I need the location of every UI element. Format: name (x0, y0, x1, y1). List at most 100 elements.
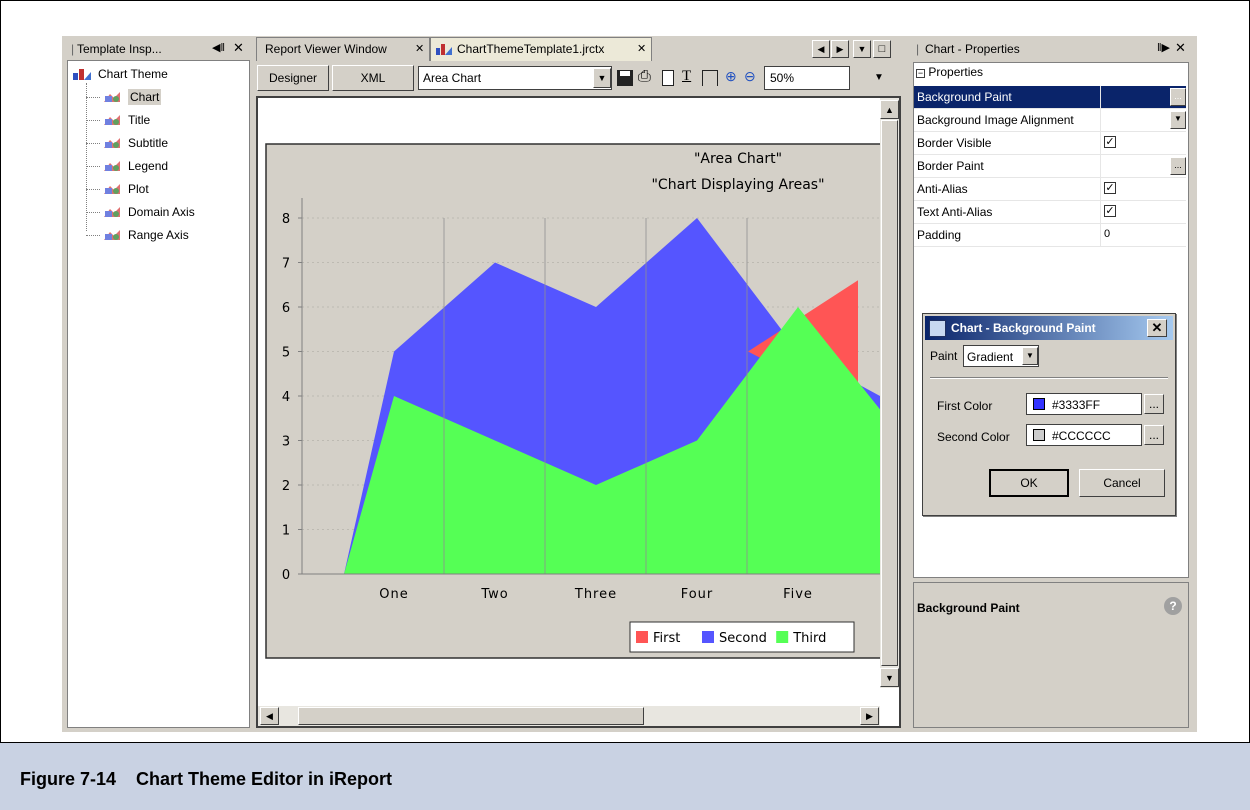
second-color-picker-button[interactable]: ... (1144, 425, 1164, 445)
property-row-background-paint[interactable]: Background Paint... (914, 86, 1186, 109)
minimize-icon[interactable]: ◀‖ (212, 41, 225, 54)
scroll-right-button[interactable]: ▶ (860, 707, 879, 725)
property-key: Background Paint (917, 90, 1012, 104)
scroll-tabs-left-button[interactable]: ◀ (812, 40, 830, 58)
first-color-picker-button[interactable]: ... (1144, 394, 1164, 414)
zoom-in-icon[interactable]: ⊕ (725, 68, 737, 85)
tab-list-button[interactable]: ▼ (853, 40, 871, 58)
second-color-field[interactable]: #CCCCCC (1026, 424, 1142, 446)
tree-connector (86, 119, 100, 121)
vertical-scroll-thumb[interactable] (881, 120, 898, 666)
chart-title: "Area Chart" (694, 151, 782, 167)
tree-item-chart[interactable]: Chart (86, 87, 162, 107)
tab-close-icon[interactable]: ✕ (637, 42, 646, 55)
text-page-icon[interactable]: T (682, 68, 691, 85)
first-color-field[interactable]: #3333FF (1026, 393, 1142, 415)
tab-chart-theme-template[interactable]: ChartThemeTemplate1.jrctx ✕ (430, 37, 652, 61)
property-value[interactable]: ✓ (1100, 201, 1186, 223)
tree-item-plot[interactable]: Plot (86, 179, 149, 199)
tab-close-icon[interactable]: ✕ (415, 42, 424, 55)
paint-select[interactable]: Gradient ▼ (963, 345, 1039, 367)
tree-item-range-axis[interactable]: Range Axis (86, 225, 189, 245)
first-color-label: First Color (937, 399, 993, 413)
property-row-anti-alias[interactable]: Anti-Alias ✓ (914, 178, 1186, 201)
ellipsis-button[interactable]: ... (1170, 157, 1186, 175)
property-row-background-image-alignment[interactable]: Background Image Alignment ▼ (914, 109, 1186, 132)
close-icon[interactable]: ✕ (233, 40, 244, 56)
panel-grip: | (916, 42, 920, 56)
chevron-down-icon[interactable]: ▼ (1170, 111, 1186, 129)
checkbox-checked-icon[interactable]: ✓ (1104, 205, 1116, 217)
collapse-icon[interactable]: − (916, 69, 925, 78)
tree-root-chart-theme[interactable]: Chart Theme (72, 64, 168, 84)
property-row-border-visible[interactable]: Border Visible ✓ (914, 132, 1186, 155)
zoom-dropdown-icon[interactable]: ▼ (874, 72, 884, 83)
y-tick-label: 8 (282, 212, 290, 227)
scroll-down-button[interactable]: ▼ (880, 668, 899, 687)
checkbox-checked-icon[interactable]: ✓ (1104, 182, 1116, 194)
tree-item-subtitle[interactable]: Subtitle (86, 133, 168, 153)
property-value-text: 0 (1104, 228, 1111, 240)
ellipsis-button[interactable]: ... (1170, 88, 1186, 106)
property-row-border-paint[interactable]: Border Paint... (914, 155, 1186, 178)
page-layout-icon[interactable] (702, 70, 718, 86)
property-row-padding[interactable]: Padding 0 (914, 224, 1186, 247)
jrctx-file-icon (435, 42, 453, 59)
chart-type-select[interactable]: Area Chart ▼ (418, 66, 612, 90)
property-value[interactable]: 0 (1100, 224, 1186, 246)
property-key: Padding (917, 228, 962, 242)
property-value[interactable]: ▼ (1100, 109, 1186, 131)
dialog-close-button[interactable]: ✕ (1147, 319, 1167, 337)
properties-section-header[interactable]: − Properties (916, 65, 983, 85)
help-icon[interactable]: ? (1164, 597, 1182, 615)
x-tick-label: Four (681, 587, 714, 602)
zoom-select[interactable]: 50% (764, 66, 850, 90)
horizontal-scrollbar[interactable]: ◀ ▶ (258, 706, 880, 726)
property-value[interactable]: ... (1100, 86, 1186, 108)
checkbox-checked-icon[interactable]: ✓ (1104, 136, 1116, 148)
y-tick-label: 3 (282, 435, 290, 450)
scroll-left-button[interactable]: ◀ (260, 707, 279, 725)
chevron-down-icon[interactable]: ▼ (1022, 347, 1038, 365)
close-icon[interactable]: ✕ (1175, 40, 1186, 56)
tree-item-label: Chart (128, 89, 162, 105)
property-key: Anti-Alias (917, 182, 968, 196)
tree-item-label: Domain Axis (128, 205, 195, 219)
chevron-down-icon[interactable]: ▼ (593, 68, 611, 88)
tree-item-label: Range Axis (128, 228, 189, 242)
second-color-label: Second Color (937, 430, 1010, 444)
scroll-tabs-right-button[interactable]: ▶ (831, 40, 849, 58)
tree-item-legend[interactable]: Legend (86, 156, 168, 176)
tree-item-domain-axis[interactable]: Domain Axis (86, 202, 195, 222)
first-color-swatch (1033, 398, 1045, 410)
property-value[interactable]: ✓ (1100, 178, 1186, 200)
new-page-icon[interactable] (662, 70, 674, 86)
maximize-button[interactable]: □ (873, 40, 891, 58)
tree-item-label: Plot (128, 182, 149, 196)
cancel-button[interactable]: Cancel (1079, 469, 1165, 497)
save-icon[interactable] (617, 70, 633, 86)
properties-section-label: Properties (928, 65, 984, 79)
legend-label-third: Third (792, 631, 826, 646)
minimize-icon[interactable]: ‖▶ (1157, 41, 1170, 54)
property-value[interactable]: ✓ (1100, 132, 1186, 154)
ok-button[interactable]: OK (989, 469, 1069, 497)
vertical-scrollbar[interactable]: ▲ ▼ (880, 98, 899, 688)
tab-report-viewer[interactable]: Report Viewer Window ✕ (256, 37, 430, 61)
property-row-text-anti-alias[interactable]: Text Anti-Alias ✓ (914, 201, 1186, 224)
y-tick-label: 1 (282, 524, 290, 539)
xml-button[interactable]: XML (332, 65, 414, 91)
property-value[interactable]: ... (1100, 155, 1186, 177)
legend-label-first: First (653, 631, 680, 646)
x-tick-label: Three (574, 587, 617, 602)
print-icon[interactable]: ⎙ (638, 68, 651, 86)
designer-button[interactable]: Designer (257, 65, 329, 91)
zoom-out-icon[interactable]: ⊖ (744, 68, 756, 85)
horizontal-scroll-thumb[interactable] (298, 707, 644, 725)
chart-element-icon (102, 205, 122, 219)
scroll-up-button[interactable]: ▲ (880, 100, 899, 119)
y-tick-label: 4 (282, 390, 290, 405)
tree-item-title[interactable]: Title (86, 110, 150, 130)
dialog-titlebar[interactable]: Chart - Background Paint ✕ (925, 316, 1173, 340)
chart-type-value: Area Chart (423, 71, 482, 85)
